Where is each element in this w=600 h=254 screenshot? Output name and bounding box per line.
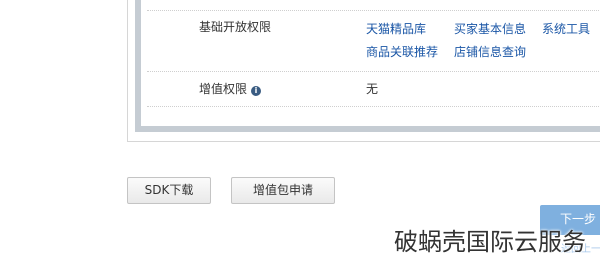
sdk-download-button[interactable]: SDK下载 [127,177,211,204]
value-added-label-text: 增值权限 [199,82,248,96]
value-added-permissions-label: 增值权限 i [199,81,262,97]
value-added-permissions-value: 无 [366,82,379,96]
permission-link-related-recommend[interactable]: 商品关联推荐 [366,44,438,60]
permission-link-system-tools[interactable]: 系统工具 [542,21,590,37]
row-divider [147,71,600,72]
row-divider-top [147,10,600,11]
permission-link-tmall-library[interactable]: 天猫精品库 [366,21,426,37]
value-added-apply-button[interactable]: 增值包申请 [231,177,335,204]
permission-link-buyer-info[interactable]: 买家基本信息 [454,21,526,37]
row-divider-bottom [147,106,600,107]
watermark-text: 破蜗壳国际云服务 [394,228,586,254]
basic-permissions-label: 基础开放权限 [199,20,272,34]
app-page: 基础开放权限 天猫精品库 买家基本信息 系统工具 商品关联推荐 店铺信息查询 增… [0,0,600,254]
info-icon[interactable]: i [251,86,262,96]
permission-link-shop-query[interactable]: 店铺信息查询 [454,44,526,60]
